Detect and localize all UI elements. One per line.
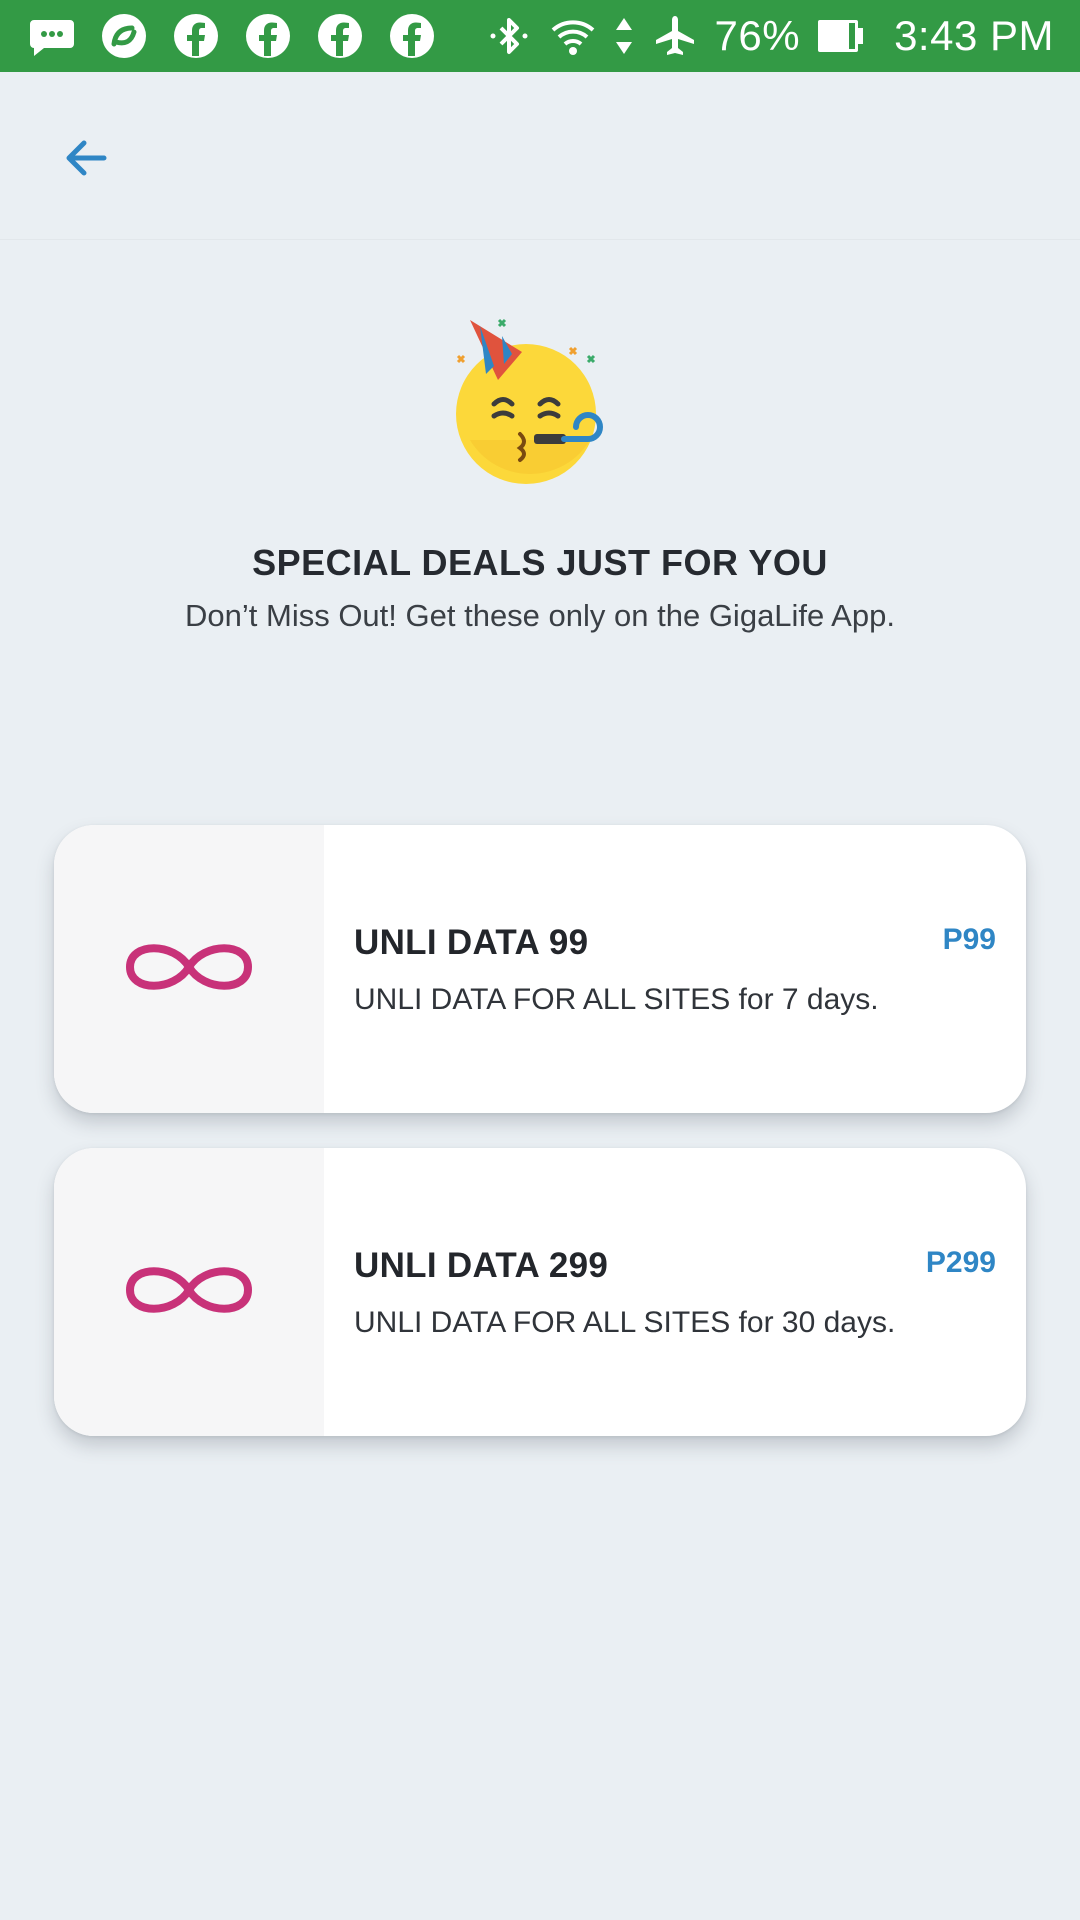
facebook-icon	[244, 12, 292, 60]
clock: 3:43 PM	[894, 12, 1054, 59]
hero-section: SPECIAL DEALS JUST FOR YOU Don’t Miss Ou…	[0, 310, 1080, 634]
deal-price: P299	[925, 1246, 996, 1279]
airplane-icon	[651, 12, 699, 60]
messaging-icon	[28, 12, 76, 60]
party-face-emoji-icon	[450, 310, 630, 490]
deal-description: UNLI DATA FOR ALL SITES for 7 days.	[354, 983, 879, 1016]
page-subtitle: Don’t Miss Out! Get these only on the Gi…	[185, 598, 895, 633]
status-bar: 76% 3:43 PM	[0, 0, 1080, 72]
facebook-icon	[316, 12, 364, 60]
deal-name: UNLI DATA 299	[354, 1246, 609, 1285]
sync-app-icon	[100, 12, 148, 60]
back-button[interactable]	[54, 128, 118, 192]
deal-card[interactable]: UNLI DATA 99 UNLI DATA FOR ALL SITES for…	[54, 825, 1026, 1113]
facebook-icon	[388, 12, 436, 60]
notification-icons	[0, 12, 436, 60]
bluetooth-icon	[485, 12, 533, 60]
battery-icon	[816, 12, 864, 60]
back-arrow-icon	[62, 134, 110, 187]
data-arrows-icon	[613, 12, 635, 60]
system-status: 76% 3:43 PM	[485, 12, 1080, 60]
battery-percent: 76%	[714, 12, 801, 59]
deal-icon-panel	[54, 1148, 324, 1436]
deal-price: P99	[942, 923, 996, 956]
deal-name: UNLI DATA 99	[354, 923, 589, 962]
deal-description: UNLI DATA FOR ALL SITES for 30 days.	[354, 1306, 896, 1339]
top-app-bar	[0, 72, 1080, 240]
page-title: SPECIAL DEALS JUST FOR YOU	[252, 542, 828, 583]
facebook-icon	[172, 12, 220, 60]
infinity-icon	[124, 1255, 254, 1330]
wifi-icon	[549, 12, 597, 60]
infinity-icon	[124, 932, 254, 1007]
deal-icon-panel	[54, 825, 324, 1113]
deal-card[interactable]: UNLI DATA 299 UNLI DATA FOR ALL SITES fo…	[54, 1148, 1026, 1436]
